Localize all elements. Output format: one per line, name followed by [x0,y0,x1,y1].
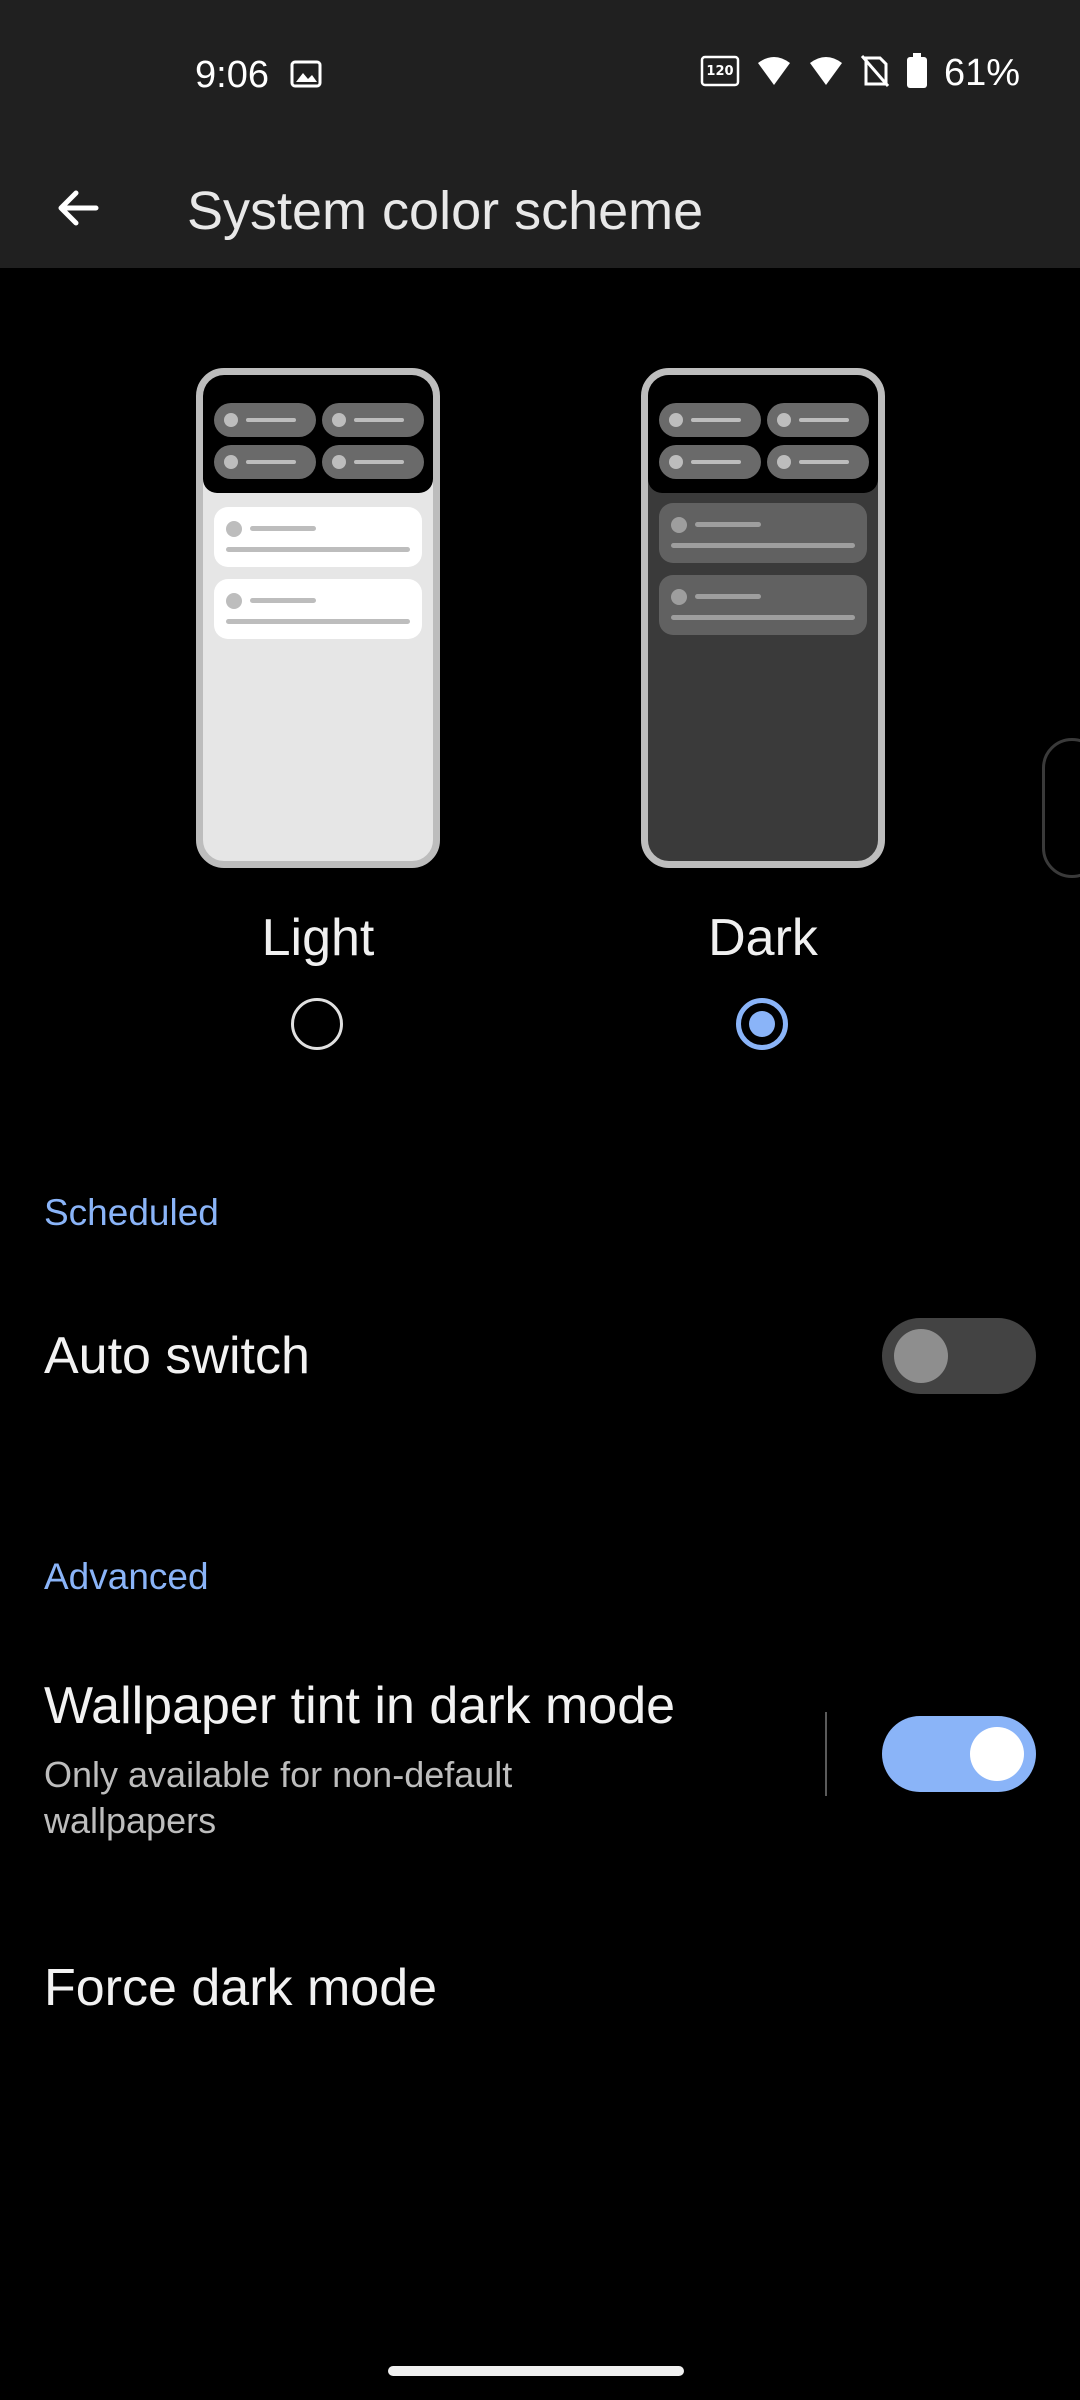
preview-notification-card [659,503,867,563]
preview-notification-card [214,579,422,639]
refresh-rate-icon: 120 [700,55,740,92]
quick-tile [767,403,869,437]
wifi-icon [756,55,792,92]
dark-radio-button[interactable] [736,998,788,1050]
light-radio-button[interactable] [291,998,343,1050]
auto-switch-toggle[interactable] [882,1318,1036,1394]
refresh-rate-label: 120 [706,64,733,79]
dark-option-label: Dark [708,909,818,967]
quick-tile [322,403,424,437]
section-header-scheduled: Scheduled [44,1192,219,1233]
light-theme-preview[interactable] [196,368,440,868]
battery-percent: 61% [943,52,1020,94]
no-sim-icon [860,54,890,93]
back-button[interactable] [40,170,116,246]
arrow-left-icon [58,190,99,226]
quick-tile [767,445,869,479]
battery-icon [906,53,928,94]
preview-quick-settings [648,375,878,493]
auto-switch-label[interactable]: Auto switch [44,1326,310,1386]
section-header-advanced: Advanced [44,1556,209,1597]
row-divider [825,1712,827,1796]
quick-tile [322,445,424,479]
light-option-label: Light [261,909,375,967]
force-dark-mode-item[interactable]: Force dark mode [44,1958,437,2018]
dark-theme-preview[interactable] [641,368,885,868]
wallpaper-tint-subtitle: Only available for non-default wallpaper… [44,1754,513,1841]
image-icon [290,60,322,88]
gesture-nav-handle[interactable] [388,2366,684,2376]
status-icons: 120 61% [700,52,1020,95]
status-time: 9:06 [195,54,269,96]
wallpaper-tint-label[interactable]: Wallpaper tint in dark mode [44,1676,675,1736]
quick-tile [214,445,316,479]
toggle-knob [894,1329,948,1383]
quick-tile [214,403,316,437]
preview-quick-settings [203,375,433,493]
toggle-knob [970,1727,1024,1781]
quick-tile [659,445,761,479]
status-bar: 9:06 120 61% [0,0,1080,150]
preview-notification-card [214,507,422,567]
app-bar: System color scheme [0,150,1080,268]
wallpaper-tint-toggle[interactable] [882,1716,1036,1792]
edge-panel-handle[interactable] [1042,738,1080,878]
signal-icon [808,55,844,92]
page-title: System color scheme [187,181,704,241]
quick-tile [659,403,761,437]
preview-notification-card [659,575,867,635]
